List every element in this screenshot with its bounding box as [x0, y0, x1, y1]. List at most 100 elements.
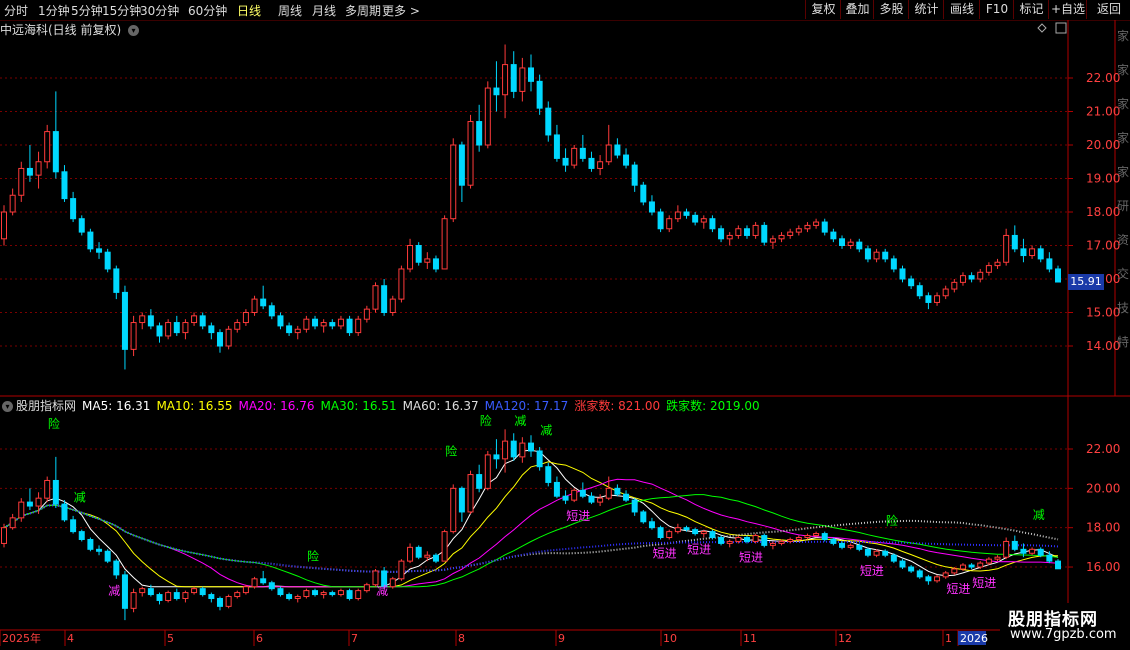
candle [182, 322, 189, 334]
sub-candle [208, 594, 215, 599]
sub-candle [260, 578, 267, 584]
sub-candle [813, 533, 820, 537]
y-tick-label: 17.00 [1086, 239, 1120, 253]
candle [1, 211, 7, 240]
sub-candle [268, 582, 275, 590]
sub-candle [70, 519, 77, 533]
sub-candle [363, 584, 370, 592]
signal-xian: 险 [445, 444, 457, 459]
candle [381, 285, 388, 314]
candle [502, 64, 509, 96]
side-tab-glyph: 资 [1117, 233, 1129, 247]
sub-candle [743, 537, 750, 542]
sub-candle [579, 489, 586, 497]
candle [208, 325, 215, 334]
sub-candle [623, 493, 630, 501]
candle [441, 218, 448, 270]
signal-jian: 减 [514, 414, 526, 428]
sub-candle [1003, 540, 1010, 558]
chevron-down-icon[interactable]: ▾ [128, 25, 140, 36]
candle [268, 305, 275, 317]
candle [985, 265, 992, 273]
signal-duanjin: 短进 [946, 582, 970, 596]
candle [96, 248, 103, 253]
candle [890, 258, 897, 270]
sub-candle [1055, 560, 1061, 570]
sub-y-tick-label: 18.00 [1086, 521, 1120, 535]
candle [830, 231, 837, 240]
candle [623, 154, 630, 166]
sub-candle [61, 503, 68, 521]
signal-jian: 减 [376, 584, 388, 598]
candle [605, 144, 612, 163]
current-price-tag: 15.91 [1068, 274, 1104, 290]
sub-candle [277, 588, 284, 596]
sub-candle [78, 531, 85, 540]
sub-candle [519, 442, 526, 458]
sub-candle [605, 487, 612, 499]
sub-candle [346, 590, 353, 599]
candle [856, 241, 863, 250]
sub-candle [864, 548, 871, 556]
candle [977, 271, 984, 280]
candle [562, 157, 569, 166]
sub-candle [216, 597, 223, 607]
candle [821, 221, 828, 233]
y-tick-label: 22.00 [1086, 71, 1120, 85]
sub-candle [251, 578, 258, 588]
down-count: 跌家数: 2019.00 [666, 399, 760, 413]
candle [700, 218, 707, 223]
sub-candle [735, 537, 742, 542]
sub-candle [303, 590, 310, 598]
sub-candle [588, 495, 595, 503]
sub-candle [718, 537, 725, 544]
main-candles [1, 44, 1061, 370]
candle [648, 201, 655, 213]
sub-candle [329, 592, 336, 596]
sub-candle [476, 474, 483, 489]
sub-candle [934, 576, 941, 582]
sub-y-tick-label: 16.00 [1086, 560, 1120, 574]
candle [579, 147, 586, 159]
sub-candle [165, 592, 172, 601]
kline-chart[interactable]: 险减险 减减险险险 减短进短进 短进短进短进短进 短进减减 22.0021.0020.0… [0, 0, 1130, 650]
candle [294, 328, 301, 334]
sub-candle [18, 501, 25, 519]
y-tick-label: 21.00 [1086, 105, 1120, 119]
indicator-legend: ▾ 股朋指标网 MA5: 16.31 MA10: 16.55 MA20: 16.76 MA… [2, 397, 766, 413]
side-tab-glyph: 研 [1117, 199, 1129, 213]
candle [743, 228, 750, 236]
candle [571, 147, 578, 166]
sub-candle [199, 588, 206, 596]
sub-candle [959, 564, 966, 570]
sub-candle [234, 592, 241, 598]
sub-candle [502, 440, 509, 460]
x-axis-label: 1 [945, 632, 952, 645]
signal-duanjin: 短进 [653, 546, 677, 560]
side-tab-glyph: 家 [1117, 130, 1129, 145]
sub-candle [562, 495, 569, 501]
sub-candle [968, 564, 975, 568]
candle [657, 211, 664, 230]
ma10-line [3, 461, 1059, 588]
candle [726, 234, 733, 240]
sub-candle [709, 531, 716, 539]
sub-candle [441, 531, 448, 562]
sub-candle [899, 560, 906, 568]
sub-candle [977, 562, 984, 568]
candle [718, 228, 725, 240]
x-axis-label: 8 [458, 632, 465, 645]
candle [873, 251, 880, 260]
sub-candle [553, 481, 560, 497]
chevron-down-icon[interactable]: ▾ [2, 401, 13, 412]
sub-candle [286, 594, 293, 599]
candle [216, 332, 223, 347]
candle [882, 251, 889, 260]
sub-candle [9, 517, 16, 529]
candle [9, 194, 16, 213]
candle [916, 285, 923, 297]
signal-duanjin: 短进 [860, 564, 884, 578]
candle [536, 80, 543, 109]
candle [761, 224, 768, 243]
ma20-value: MA20: 16.76 [238, 399, 315, 413]
